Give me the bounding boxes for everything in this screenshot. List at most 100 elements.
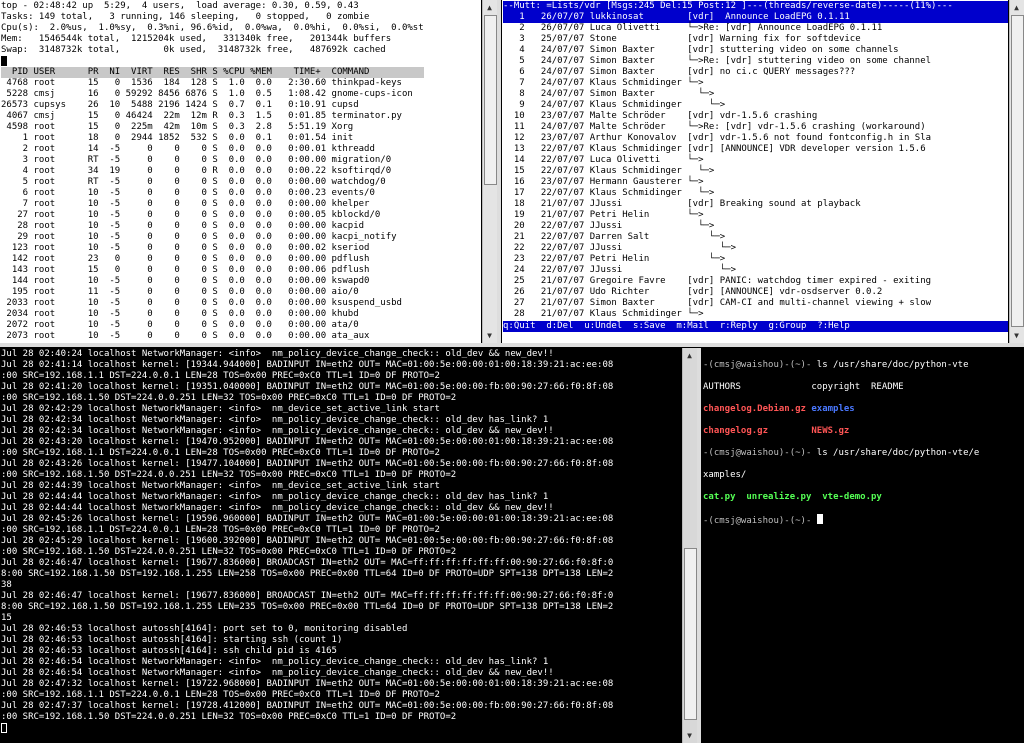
- process-row: 29 root 10 -5 0 0 0 S 0.0 0.0 0:00.00 ka…: [1, 232, 397, 242]
- scroll-up-arrow-icon[interactable]: ▲: [684, 350, 695, 361]
- log-line: :00 SRC=192.168.1.50 DST=224.0.0.251 LEN…: [1, 470, 457, 480]
- mutt-help-bar: q:Quit d:Del u:Undel s:Save m:Mail r:Rep…: [503, 321, 1008, 332]
- message-row[interactable]: 23 22/07/07 Petri Helin └─>: [503, 254, 1008, 265]
- message-row[interactable]: 12 23/07/07 Arthur Konovalov [vdr] vdr-1…: [503, 133, 1008, 144]
- message-row[interactable]: 22 22/07/07 JJussi └─>: [503, 243, 1008, 254]
- log-line: :00 SRC=192.168.1.1 DST=224.0.0.1 LEN=28…: [1, 448, 440, 458]
- scroll-up-arrow-icon[interactable]: ▲: [484, 2, 495, 13]
- message-row[interactable]: 11 24/07/07 Malte Schröder └─>Re: [vdr] …: [503, 122, 1008, 133]
- log-terminal[interactable]: Jul 28 02:40:24 localhost NetworkManager…: [0, 348, 681, 743]
- message-row[interactable]: 5 24/07/07 Simon Baxter └─>Re: [vdr] stu…: [503, 56, 1008, 67]
- log-line: :00 SRC=192.168.1.1 DST=224.0.0.1 LEN=28…: [1, 690, 440, 700]
- process-row: 195 root 11 -5 0 0 0 S 0.0 0.0 0:00.00 a…: [1, 287, 359, 297]
- message-row[interactable]: 28 21/07/07 Klaus Schmidinger └─>: [503, 309, 1008, 320]
- process-row: 2033 root 10 -5 0 0 0 S 0.0 0.0 0:00.00 …: [1, 298, 402, 308]
- pane-divider-vertical[interactable]: [697, 348, 701, 743]
- log-line: Jul 28 02:47:37 localhost kernel: [19728…: [1, 701, 614, 711]
- file-entry: unrealize.py: [746, 492, 812, 502]
- mutt-terminal[interactable]: --Mutt: =Lists/vdr [Msgs:245 Del:15 Post…: [502, 0, 1008, 343]
- process-row: 4768 root 15 0 1536 184 128 S 1.0 0.0 2:…: [1, 78, 402, 88]
- message-row[interactable]: 6 24/07/07 Simon Baxter [vdr] no ci.c QU…: [503, 67, 1008, 78]
- top-terminal[interactable]: top - 02:48:42 up 5:29, 4 users, load av…: [0, 0, 481, 343]
- log-line: :00 SRC=192.168.1.50 DST=224.0.0.251 LEN…: [1, 547, 457, 557]
- mutt-output: --Mutt: =Lists/vdr [Msgs:245 Del:15 Post…: [503, 1, 1008, 332]
- process-row: 6 root 10 -5 0 0 0 S 0.0 0.0 0:00.23 eve…: [1, 188, 375, 198]
- log-line: Jul 28 02:42:29 localhost NetworkManager…: [1, 404, 440, 414]
- pane-divider-vertical[interactable]: [497, 0, 501, 343]
- shell-terminal[interactable]: -(cmsj@waishou)-(~)- ls /usr/share/doc/p…: [702, 348, 1024, 743]
- message-row[interactable]: 2 26/07/07 Luca Olivetti └─>Re: [vdr] An…: [503, 23, 1008, 34]
- process-row: 4067 cmsj 15 0 46424 22m 12m R 0.3 1.5 0…: [1, 111, 402, 121]
- top-summary-line: Tasks: 149 total, 3 running, 146 sleepin…: [1, 12, 370, 22]
- message-row[interactable]: 19 21/07/07 Petri Helin └─>: [503, 210, 1008, 221]
- file-entry: NEWS.gz: [811, 426, 850, 436]
- scroll-thumb[interactable]: [1011, 15, 1024, 327]
- scroll-thumb[interactable]: [684, 548, 697, 720]
- process-row: 28 root 10 -5 0 0 0 S 0.0 0.0 0:00.00 ka…: [1, 221, 365, 231]
- log-line: Jul 28 02:45:29 localhost kernel: [19600…: [1, 536, 614, 546]
- message-row[interactable]: 9 24/07/07 Klaus Schmidinger └─>: [503, 100, 1008, 111]
- log-line: Jul 28 02:46:47 localhost kernel: [19677…: [1, 591, 614, 601]
- log-line: 8:00 SRC=192.168.1.50 DST=192.168.1.255 …: [1, 569, 614, 579]
- log-line: :00 SRC=192.168.1.50 DST=224.0.0.251 LEN…: [1, 393, 457, 403]
- log-line: Jul 28 02:42:34 localhost NetworkManager…: [1, 415, 549, 425]
- shell-command: ls /usr/share/doc/python-vte/e: [811, 448, 980, 458]
- message-row[interactable]: 10 23/07/07 Malte Schröder [vdr] vdr-1.5…: [503, 111, 1008, 122]
- log-scrollbar[interactable]: ▲ ▼: [682, 348, 697, 743]
- process-row: 4 root 34 19 0 0 0 R 0.0 0.0 0:00.22 kso…: [1, 166, 392, 176]
- text-cursor: [1, 723, 7, 733]
- log-line: Jul 28 02:40:24 localhost NetworkManager…: [1, 349, 554, 359]
- message-row[interactable]: 24 22/07/07 JJussi └─>: [503, 265, 1008, 276]
- message-row[interactable]: 1 26/07/07 lukkinosat [vdr] Announce Loa…: [503, 12, 1008, 23]
- message-row[interactable]: 21 22/07/07 Darren Salt └─>: [503, 232, 1008, 243]
- scroll-down-arrow-icon[interactable]: ▼: [684, 730, 695, 741]
- scroll-down-arrow-icon[interactable]: ▼: [1011, 330, 1022, 341]
- scroll-thumb[interactable]: [484, 15, 497, 185]
- message-row[interactable]: 20 22/07/07 JJussi └─>: [503, 221, 1008, 232]
- file-entry: cat.py: [703, 492, 736, 502]
- log-line: 15: [1, 613, 12, 623]
- log-line: :00 SRC=192.168.1.1 DST=224.0.0.1 LEN=28…: [1, 525, 440, 535]
- mutt-scrollbar[interactable]: ▲ ▼: [1009, 0, 1024, 343]
- process-row: 2034 root 10 -5 0 0 0 S 0.0 0.0 0:00.00 …: [1, 309, 359, 319]
- log-line: 8:00 SRC=192.168.1.50 DST=192.168.1.255 …: [1, 602, 614, 612]
- shell-command: ls /usr/share/doc/python-vte: [811, 360, 969, 370]
- message-row[interactable]: 27 21/07/07 Simon Baxter [vdr] CAM-CI an…: [503, 298, 1008, 309]
- log-line: Jul 28 02:43:20 localhost kernel: [19470…: [1, 437, 614, 447]
- process-row: 5228 cmsj 16 0 59292 8456 6876 S 1.0 0.5…: [1, 89, 413, 99]
- top-summary-line: Swap: 3148732k total, 0k used, 3148732k …: [1, 45, 386, 55]
- log-line: 38: [1, 580, 12, 590]
- process-row: 7 root 10 -5 0 0 0 S 0.0 0.0 0:00.00 khe…: [1, 199, 370, 209]
- process-row: 26573 cupsys 26 10 5488 2196 1424 S 0.7 …: [1, 100, 359, 110]
- top-command-line[interactable]: [1, 56, 424, 67]
- top-scrollbar[interactable]: ▲ ▼: [482, 0, 497, 343]
- message-row[interactable]: 25 21/07/07 Gregoire Favre [vdr] PANIC: …: [503, 276, 1008, 287]
- process-table-header: PID USER PR NI VIRT RES SHR S %CPU %MEM …: [1, 67, 424, 78]
- message-row[interactable]: 3 25/07/07 Stone [vdr] Warning fix for s…: [503, 34, 1008, 45]
- shell-prompt: -(cmsj@waishou)-(~)-: [703, 360, 812, 370]
- scroll-down-arrow-icon[interactable]: ▼: [484, 330, 495, 341]
- message-row[interactable]: 16 23/07/07 Hermann Gausterer └─>: [503, 177, 1008, 188]
- file-entry: changelog.Debian.gz: [703, 404, 806, 414]
- scroll-up-arrow-icon[interactable]: ▲: [1011, 2, 1022, 13]
- file-entry: changelog.gz: [703, 426, 769, 436]
- pane-divider-horizontal[interactable]: [0, 343, 1024, 347]
- message-row[interactable]: 13 22/07/07 Klaus Schmidinger [vdr] [ANN…: [503, 144, 1008, 155]
- mutt-status-bar: --Mutt: =Lists/vdr [Msgs:245 Del:15 Post…: [503, 1, 1008, 12]
- log-line: :00 SRC=192.168.1.50 DST=224.0.0.251 LEN…: [1, 712, 457, 722]
- message-row[interactable]: 17 22/07/07 Klaus Schmidinger └─>: [503, 188, 1008, 199]
- message-row[interactable]: 7 24/07/07 Klaus Schmidinger └─>: [503, 78, 1008, 89]
- log-line: Jul 28 02:47:32 localhost kernel: [19722…: [1, 679, 614, 689]
- message-row[interactable]: 15 22/07/07 Klaus Schmidinger └─>: [503, 166, 1008, 177]
- log-line: Jul 28 02:44:44 localhost NetworkManager…: [1, 503, 554, 513]
- message-row[interactable]: 4 24/07/07 Simon Baxter [vdr] stuttering…: [503, 45, 1008, 56]
- top-summary-line: Cpu(s): 2.0%us, 1.0%sy, 0.3%ni, 96.6%id,…: [1, 23, 424, 33]
- message-row[interactable]: 26 21/07/07 Udo Richter [vdr] [ANNOUNCE]…: [503, 287, 1008, 298]
- message-row[interactable]: 8 24/07/07 Simon Baxter └─>: [503, 89, 1008, 100]
- log-line: Jul 28 02:44:44 localhost NetworkManager…: [1, 492, 549, 502]
- message-row[interactable]: 18 21/07/07 JJussi [vdr] Breaking sound …: [503, 199, 1008, 210]
- log-line: Jul 28 02:41:14 localhost kernel: [19344…: [1, 360, 614, 370]
- process-row: 2 root 14 -5 0 0 0 S 0.0 0.0 0:00.01 kth…: [1, 144, 375, 154]
- shell-output: -(cmsj@waishou)-(~)- ls /usr/share/doc/p…: [703, 349, 979, 547]
- message-row[interactable]: 14 22/07/07 Luca Olivetti └─>: [503, 155, 1008, 166]
